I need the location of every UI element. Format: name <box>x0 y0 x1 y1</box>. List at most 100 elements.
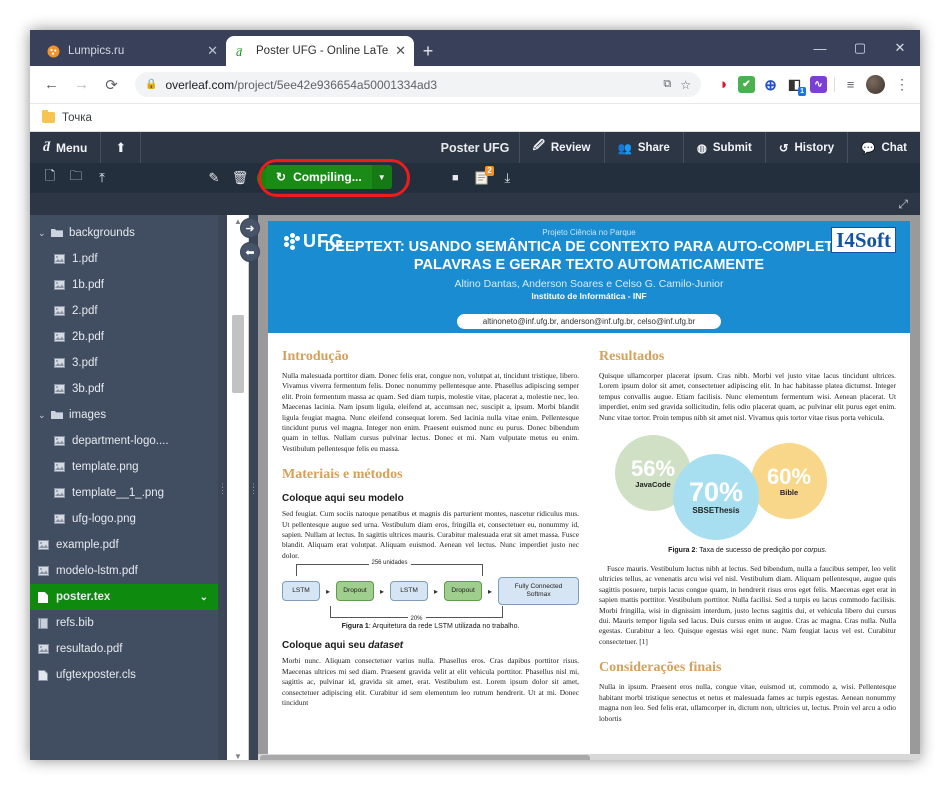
review-icon: 🖉 <box>533 138 545 157</box>
pdf-page: UFG I4Soft Projeto Ciência no Parque DEE… <box>268 221 910 760</box>
folder-open-icon <box>51 228 69 238</box>
avatar[interactable] <box>866 75 885 94</box>
file-tree-item-backgrounds[interactable]: ⌄backgrounds <box>30 220 218 246</box>
reload-button[interactable]: ⟳ <box>98 71 125 98</box>
svg-text:ƌ: ƌ <box>236 45 242 58</box>
lstm-top-label: 256 unidades <box>368 560 410 566</box>
pdf-preview-pane[interactable]: UFG I4Soft Projeto Ciência no Parque DEE… <box>258 215 920 760</box>
file-tree-item-modelo-lstm-pdf[interactable]: modelo-lstm.pdf <box>30 558 218 584</box>
share-button[interactable]: 👥 Share <box>604 132 683 163</box>
arrow-icon: ▸ <box>326 587 330 596</box>
caret-down-icon[interactable]: ▼ <box>372 165 392 189</box>
new-folder-icon[interactable]: 🗀 <box>65 167 87 189</box>
overleaf-toolbar: 🗋 🗀 ⤒ ✎ 🗑 S ↻ Compiling... ▼ ■ 2 ⤓ <box>30 163 920 193</box>
tab-title: Poster UFG - Online LaTeX Editor <box>256 45 389 57</box>
file-tree-item-resultado-pdf[interactable]: resultado.pdf <box>30 636 218 662</box>
browser-tab-lumpics[interactable]: Lumpics.ru ✕ <box>38 36 226 66</box>
minimize-button[interactable]: — <box>800 30 840 66</box>
reading-list-icon[interactable]: ≡ <box>842 76 859 93</box>
pdf-horizontal-scrollbar[interactable] <box>258 754 920 760</box>
file-tree-item-label: ufg-logo.png <box>72 513 136 525</box>
file-tree-item-2-pdf[interactable]: 2.pdf <box>30 298 218 324</box>
history-button[interactable]: ↺ History <box>765 132 847 163</box>
overleaf-header-actions: 🖉 Review 👥 Share ◍ Submit ↺ History 💬 Ch… <box>519 132 920 163</box>
overleaf-menu-button[interactable]: ƌ Menu <box>30 132 101 163</box>
purple-extension-icon[interactable]: ∿ <box>810 76 827 93</box>
bookmark-tochka[interactable]: Точка <box>42 112 92 124</box>
close-window-button[interactable]: ✕ <box>880 30 920 66</box>
share-people-icon: 👥 <box>618 141 632 155</box>
pencil-icon[interactable]: ✎ <box>203 167 225 189</box>
chevron-down-icon[interactable]: ⌄ <box>200 592 208 603</box>
panel-splitter-left[interactable]: ⋮⋮ <box>218 215 227 760</box>
recompile-label: Compiling... <box>293 170 362 184</box>
kebab-menu-icon[interactable]: ⋮ <box>892 76 912 93</box>
lstm-architecture-diagram: 256 unidades LSTM ▸ Dropout ▸ LSTM ▸ Dro… <box>282 577 579 605</box>
panel-splitter-right[interactable]: ⋮⋮ ➜ ⬅ <box>249 215 258 760</box>
subheading-dataset: Coloque aqui seu dataset <box>282 640 579 651</box>
back-button[interactable]: ← <box>38 71 65 98</box>
file-tree-item-poster-tex[interactable]: poster.tex⌄ <box>30 584 218 610</box>
file-tree-item-1-pdf[interactable]: 1.pdf <box>30 246 218 272</box>
arrow-right-circle-icon[interactable]: ➜ <box>240 218 260 238</box>
file-tree-item-label: refs.bib <box>56 617 94 629</box>
file-tree-item-1b-pdf[interactable]: 1b.pdf <box>30 272 218 298</box>
subheading-dataset-pre: Coloque aqui seu <box>282 640 368 651</box>
chevron-down-icon[interactable]: ⌄ <box>38 410 51 421</box>
close-icon[interactable]: ✕ <box>207 43 218 59</box>
figure2-caption-em: corpus. <box>804 547 827 554</box>
privacy-badger-extension-icon[interactable]: ◧1 <box>786 76 803 93</box>
submit-button[interactable]: ◍ Submit <box>683 132 765 163</box>
editor-vertical-scrollbar[interactable] <box>232 315 244 393</box>
file-tree-item-refs-bib[interactable]: refs.bib <box>30 610 218 636</box>
file-tree-item-2b-pdf[interactable]: 2b.pdf <box>30 324 218 350</box>
translate-icon[interactable]: ⧉ <box>663 78 671 91</box>
window-controls: — ▢ ✕ <box>800 30 920 66</box>
trash-icon[interactable]: 🗑 <box>229 167 251 189</box>
scroll-down-icon[interactable]: ▼ <box>234 752 242 760</box>
cls-file-icon <box>38 670 56 681</box>
logs-icon[interactable]: 2 <box>470 167 492 189</box>
globe-extension-icon[interactable]: ⊕ <box>762 76 779 93</box>
file-tree-item-ufg-logo-png[interactable]: ufg-logo.png <box>30 506 218 532</box>
star-icon[interactable]: ☆ <box>680 78 691 92</box>
back-to-projects-button[interactable]: ⬆ <box>101 132 141 163</box>
chat-button[interactable]: 💬 Chat <box>847 132 920 163</box>
recompile-button[interactable]: ↻ Compiling... <box>266 165 372 189</box>
maximize-button[interactable]: ▢ <box>840 30 880 66</box>
forward-button[interactable]: → <box>68 71 95 98</box>
file-tree-item-3b-pdf[interactable]: 3b.pdf <box>30 376 218 402</box>
address-bar[interactable]: 🔒 overleaf.com /project/5ee42e936654a500… <box>135 72 701 97</box>
stop-square-icon[interactable]: ■ <box>444 167 466 189</box>
file-tree-item-images[interactable]: ⌄images <box>30 402 218 428</box>
arrow-icon: ▸ <box>488 587 492 596</box>
arrow-icon: ▸ <box>434 587 438 596</box>
expand-arrows-icon[interactable]: ⤢ <box>898 197 908 212</box>
file-tree-item-ufgtexposter-cls[interactable]: ufgtexposter.cls <box>30 662 218 688</box>
new-tab-button[interactable]: + <box>414 36 442 66</box>
chart-label-bible: Bible <box>780 488 798 497</box>
poster-left-column: Introdução Nulla malesuada porttitor dia… <box>282 349 579 724</box>
tab-title: Lumpics.ru <box>68 45 201 57</box>
browser-tab-overleaf[interactable]: ƌ Poster UFG - Online LaTeX Editor ✕ <box>226 36 414 66</box>
file-tree-item-template-1-png[interactable]: template__1_.png <box>30 480 218 506</box>
review-button[interactable]: 🖉 Review <box>519 132 604 163</box>
upload-arrow-icon: ⬆ <box>115 140 126 156</box>
arrow-left-circle-icon[interactable]: ⬅ <box>240 242 260 262</box>
checkmark-extension-icon[interactable]: ✔ <box>738 76 755 93</box>
file-tree-item-example-pdf[interactable]: example.pdf <box>30 532 218 558</box>
file-tree-item-3-pdf[interactable]: 3.pdf <box>30 350 218 376</box>
file-tree[interactable]: ⌄backgrounds1.pdf1b.pdf2.pdf2b.pdf3.pdf3… <box>30 215 218 760</box>
opera-vpn-extension-icon[interactable]: ◑ <box>714 76 731 93</box>
download-pdf-icon[interactable]: ⤓ <box>496 167 518 189</box>
upload-file-icon[interactable]: ⤒ <box>91 167 113 189</box>
file-tree-item-department-logo-[interactable]: department-logo.... <box>30 428 218 454</box>
chat-bubble-icon: 💬 <box>861 141 875 155</box>
section-results-heading: Resultados <box>599 349 896 365</box>
close-icon[interactable]: ✕ <box>395 43 406 59</box>
chevron-down-icon[interactable]: ⌄ <box>38 228 51 239</box>
i4soft-logo: I4Soft <box>831 227 896 253</box>
file-tree-item-template-png[interactable]: template.png <box>30 454 218 480</box>
editor-panel[interactable]: ▲ ▼ <box>227 215 249 760</box>
new-file-icon[interactable]: 🗋 <box>39 167 61 189</box>
